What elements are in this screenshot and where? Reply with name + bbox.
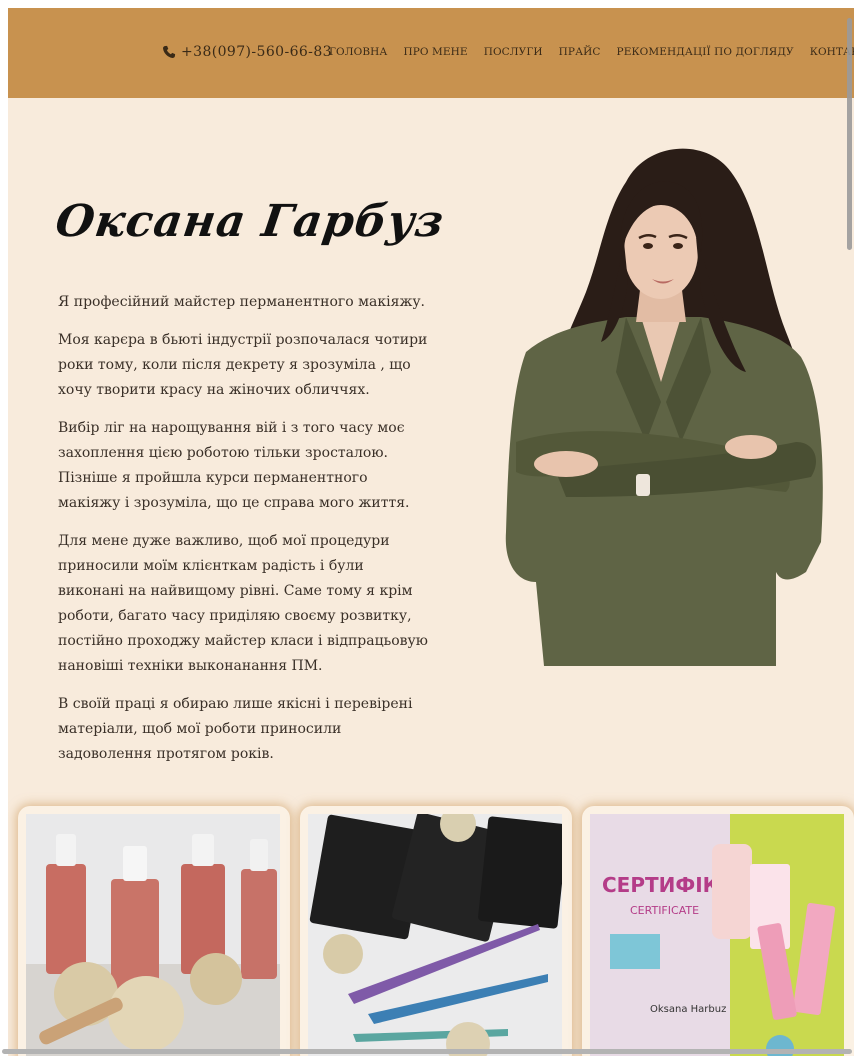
phone-icon — [163, 45, 176, 58]
nav-item-home[interactable]: ГОЛОВНА — [329, 46, 387, 58]
bio-paragraph: Моя карєра в бьюті індустрії розпочалася… — [58, 332, 428, 398]
nav-item-care[interactable]: РЕКОМЕНДАЦІЇ ПО ДОГЛЯДУ — [617, 46, 794, 58]
site-header: +38(097)-560-66-83 ГОЛОВНА ПРО МЕНЕ ПОСЛ… — [8, 8, 854, 98]
page: +38(097)-560-66-83 ГОЛОВНА ПРО МЕНЕ ПОСЛ… — [8, 8, 854, 1056]
phone-contact[interactable]: +38(097)-560-66-83 — [162, 44, 332, 60]
gallery-card[interactable] — [300, 806, 572, 1056]
gallery-card[interactable]: СЕРТИФІКАТ CERTIFICATE Oksana Harbuz — [582, 806, 854, 1056]
horizontal-scrollbar[interactable] — [2, 1049, 852, 1054]
vertical-scrollbar[interactable] — [847, 18, 852, 250]
page-title: Оксана Гарбуз — [52, 196, 448, 247]
gallery-photo-pigments — [26, 814, 280, 1056]
main-nav: ГОЛОВНА ПРО МЕНЕ ПОСЛУГИ ПРАЙС РЕКОМЕНДА… — [329, 46, 854, 58]
nav-item-about[interactable]: ПРО МЕНЕ — [403, 46, 467, 58]
nav-item-services[interactable]: ПОСЛУГИ — [484, 46, 543, 58]
bio-paragraph: Вибір ліг на нарощування вій і з того ча… — [58, 420, 410, 511]
gallery-card[interactable] — [18, 806, 290, 1056]
bio-paragraph: В своїй праці я обираю лише якісні і пер… — [58, 696, 413, 762]
bio-paragraph: Для мене дуже важливо, щоб мої процедури… — [58, 533, 428, 674]
certificate-sub: CERTIFICATE — [630, 904, 699, 917]
gallery-photo-certificates: СЕРТИФІКАТ CERTIFICATE Oksana Harbuz — [590, 814, 844, 1056]
bio-text: Я професійний майстер перманентного макі… — [58, 290, 433, 780]
portrait-photo — [505, 148, 823, 666]
gallery-photo-lash-tools — [308, 814, 562, 1056]
certificate-name: Oksana Harbuz — [650, 1004, 726, 1015]
bio-paragraph: Я професійний майстер перманентного макі… — [58, 294, 426, 310]
phone-number[interactable]: +38(097)-560-66-83 — [181, 44, 332, 60]
nav-item-prices[interactable]: ПРАЙС — [559, 46, 601, 58]
